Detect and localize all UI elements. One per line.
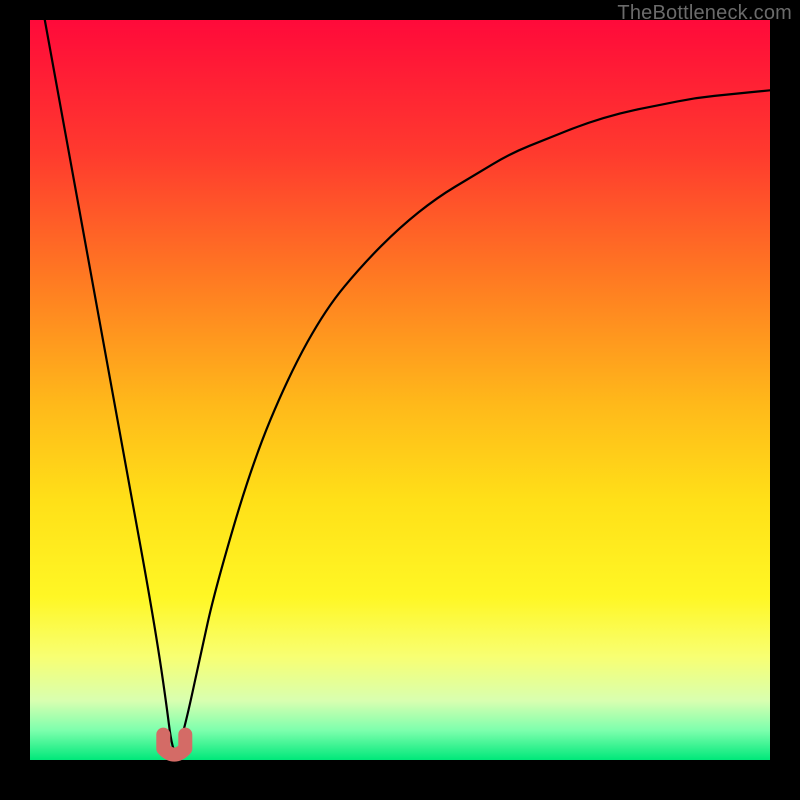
bottleneck-curve-path xyxy=(45,20,770,753)
watermark-text: TheBottleneck.com xyxy=(617,2,792,25)
optimal-point-marker xyxy=(163,735,185,755)
chart-plot-area xyxy=(30,20,770,760)
bottleneck-curve-svg xyxy=(30,20,770,760)
